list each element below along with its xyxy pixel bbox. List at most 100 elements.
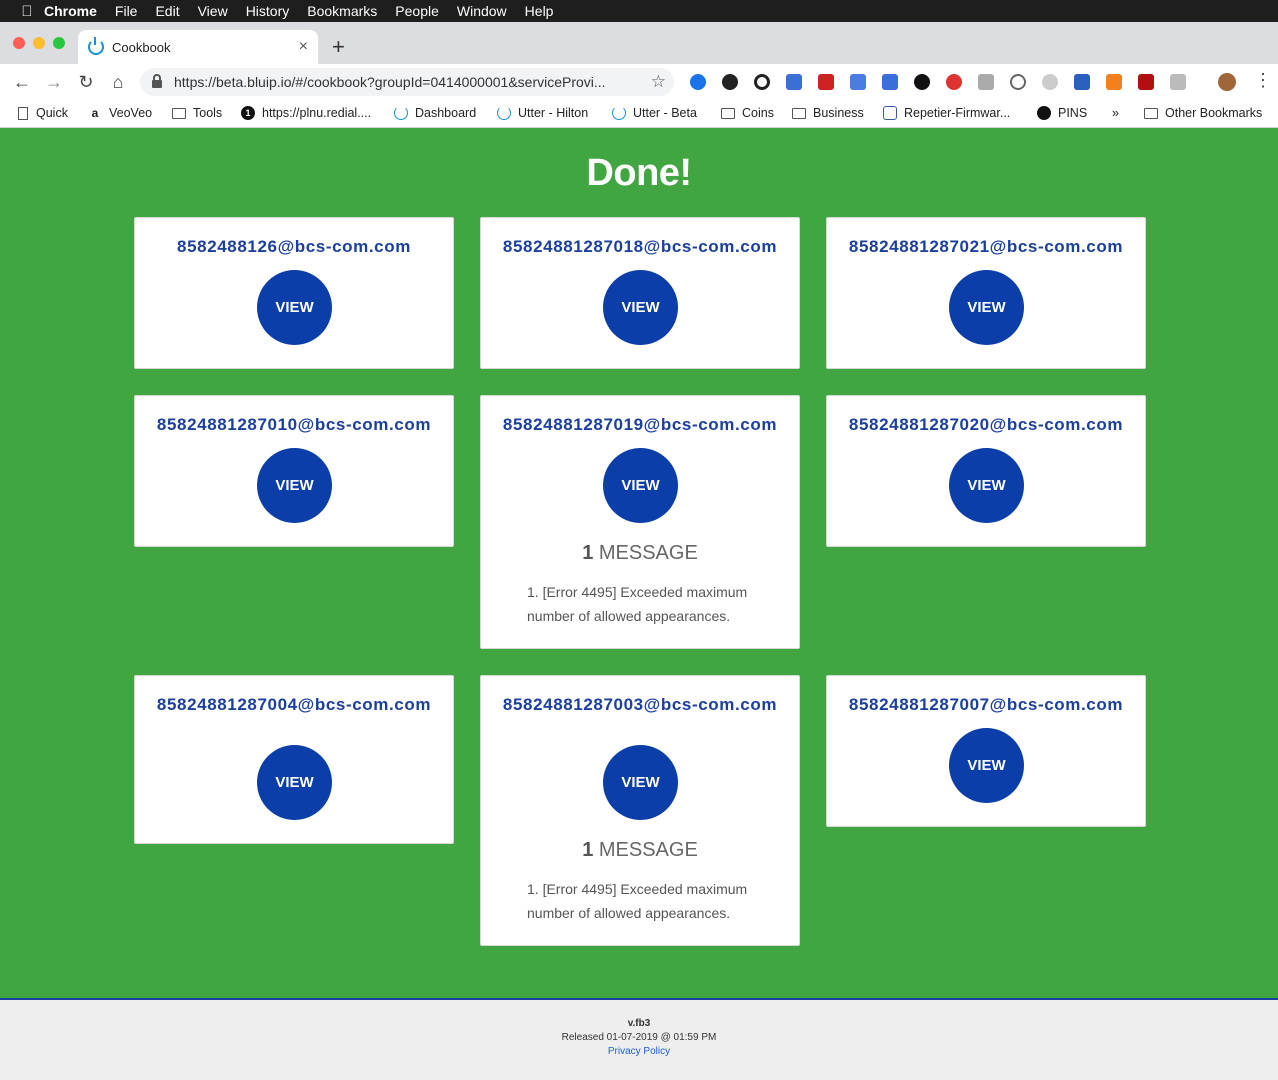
apple-menu-icon[interactable]:  — [10, 3, 44, 20]
message-item: 1. [Error 4495] Exceeded maximum number … — [527, 881, 748, 921]
view-button[interactable]: VIEW — [949, 448, 1024, 523]
folder-icon — [172, 107, 186, 119]
reload-icon[interactable]: ↻ — [70, 72, 102, 93]
menu-bookmarks[interactable]: Bookmarks — [307, 3, 377, 19]
forward-arrow-icon[interactable]: → — [38, 72, 70, 93]
shield-icon — [883, 106, 897, 120]
view-button[interactable]: VIEW — [949, 270, 1024, 345]
release-date: Released 01-07-2019 @ 01:59 PM — [561, 1032, 717, 1043]
folder-icon — [721, 107, 735, 119]
extension-dots-icon[interactable] — [722, 74, 738, 90]
bookmark-business[interactable]: Business — [792, 106, 864, 120]
bookmark-label: Other Bookmarks — [1165, 106, 1263, 120]
bookmark-dashboard[interactable]: Dashboard — [394, 106, 476, 120]
card-email: 85824881287010@bcs-com.com — [156, 415, 432, 434]
menu-file[interactable]: File — [115, 3, 138, 19]
extension-translate-icon[interactable] — [850, 74, 866, 90]
bookmark-label: https://plnu.redial.... — [262, 106, 372, 120]
close-window-button[interactable] — [13, 37, 25, 49]
menu-chrome[interactable]: Chrome — [44, 3, 97, 19]
view-button[interactable]: VIEW — [603, 745, 678, 820]
extension-circle-icon[interactable] — [1010, 74, 1026, 90]
bookmark-utter-beta[interactable]: Utter - Beta — [612, 106, 697, 120]
github-icon — [1037, 106, 1051, 120]
card-email: 85824881287019@bcs-com.com — [502, 415, 778, 434]
bookmark-repetier[interactable]: Repetier-Firmwar... — [883, 106, 1010, 120]
menu-edit[interactable]: Edit — [155, 3, 179, 19]
power-icon — [88, 37, 104, 55]
tab-strip: Cookbook × + — [0, 22, 1278, 64]
bookmark-label: PINS — [1058, 106, 1088, 120]
extension-one-icon[interactable] — [914, 74, 930, 90]
view-button[interactable]: VIEW — [257, 270, 332, 345]
extension-puzzle-icon[interactable] — [1170, 74, 1186, 90]
privacy-policy-link[interactable]: Privacy Policy — [608, 1046, 670, 1057]
extension-grid-icon[interactable] — [786, 74, 802, 90]
card-email: 85824881287020@bcs-com.com — [848, 415, 1124, 434]
profile-avatar[interactable] — [1218, 73, 1236, 91]
result-card: 85824881287021@bcs-com.com VIEW — [826, 217, 1146, 369]
extension-dot-icon[interactable] — [1042, 74, 1058, 90]
bookmark-utter-hilton[interactable]: Utter - Hilton — [497, 106, 588, 120]
close-tab-icon[interactable]: × — [299, 38, 308, 56]
extension-sync-icon[interactable] — [754, 74, 770, 90]
result-card: 85824881287003@bcs-com.com VIEW 1 MESSAG… — [480, 675, 800, 946]
power-icon — [497, 106, 511, 120]
tab-cookbook[interactable]: Cookbook × — [78, 30, 318, 64]
message-count-label: MESSAGE — [593, 542, 698, 564]
extension-calendar-icon[interactable] — [818, 74, 834, 90]
page-footer: v.fb3 Released 01-07-2019 @ 01:59 PM Pri… — [0, 998, 1278, 1080]
menu-history[interactable]: History — [246, 3, 290, 19]
menu-help[interactable]: Help — [525, 3, 554, 19]
folder-icon — [1144, 107, 1158, 119]
result-card: 85824881287010@bcs-com.com VIEW — [134, 395, 454, 547]
url-text[interactable]: https://beta.bluip.io/#/cookbook?groupId… — [174, 74, 634, 90]
bookmark-tools[interactable]: Tools — [172, 106, 222, 120]
extension-b-icon[interactable] — [690, 74, 706, 90]
bookmark-label: Coins — [742, 106, 774, 120]
extension-speed-icon[interactable] — [882, 74, 898, 90]
message-count-number: 1 — [582, 839, 594, 861]
bookmark-quick[interactable]: Quick — [18, 106, 68, 120]
extension-red-icon[interactable] — [946, 74, 962, 90]
view-button[interactable]: VIEW — [257, 745, 332, 820]
amazon-icon: a — [91, 106, 99, 120]
bookmark-label: Quick — [36, 106, 68, 120]
lock-icon[interactable] — [152, 74, 162, 88]
view-button[interactable]: VIEW — [949, 728, 1024, 803]
extension-vlc-icon[interactable] — [1106, 74, 1122, 90]
address-bar[interactable]: https://beta.bluip.io/#/cookbook?groupId… — [140, 68, 674, 96]
extension-g-icon[interactable] — [978, 74, 994, 90]
bookmark-label: VeoVeo — [109, 106, 153, 120]
result-card: 85824881287020@bcs-com.com VIEW — [826, 395, 1146, 547]
bookmark-coins[interactable]: Coins — [721, 106, 774, 120]
view-button[interactable]: VIEW — [603, 448, 678, 523]
home-icon[interactable]: ⌂ — [102, 72, 134, 93]
new-tab-button[interactable]: + — [332, 34, 345, 60]
view-button[interactable]: VIEW — [603, 270, 678, 345]
result-card: 85824881287019@bcs-com.com VIEW 1 MESSAG… — [480, 395, 800, 649]
bookmarks-overflow-chevron[interactable]: » — [1112, 106, 1119, 120]
menu-kebab-icon[interactable]: ⋮ — [1254, 70, 1272, 91]
view-button[interactable]: VIEW — [257, 448, 332, 523]
result-card: 85824881287004@bcs-com.com VIEW — [134, 675, 454, 844]
minimize-window-button[interactable] — [33, 37, 45, 49]
extension-flash-icon[interactable] — [1138, 74, 1154, 90]
bookmark-other-bookmarks[interactable]: Other Bookmarks — [1144, 106, 1262, 120]
bookmark-star-icon[interactable]: ☆ — [651, 72, 666, 92]
tab-title: Cookbook — [112, 39, 171, 55]
message-count-number: 1 — [582, 542, 594, 564]
bookmark-veoveo[interactable]: a VeoVeo — [88, 106, 152, 120]
card-email: 8582488126@bcs-com.com — [177, 237, 411, 256]
menu-people[interactable]: People — [395, 3, 439, 19]
extension-css-icon[interactable] — [1074, 74, 1090, 90]
message-count: 1 MESSAGE — [481, 839, 799, 862]
menu-view[interactable]: View — [198, 3, 228, 19]
zoom-window-button[interactable] — [53, 37, 65, 49]
back-arrow-icon[interactable]: ← — [6, 72, 38, 93]
menu-window[interactable]: Window — [457, 3, 507, 19]
bookmark-pins[interactable]: PINS — [1037, 106, 1087, 120]
bookmark-plnu[interactable]: 1 https://plnu.redial.... — [241, 106, 371, 120]
message-count: 1 MESSAGE — [481, 542, 799, 565]
result-card: 8582488126@bcs-com.com VIEW — [134, 217, 454, 369]
